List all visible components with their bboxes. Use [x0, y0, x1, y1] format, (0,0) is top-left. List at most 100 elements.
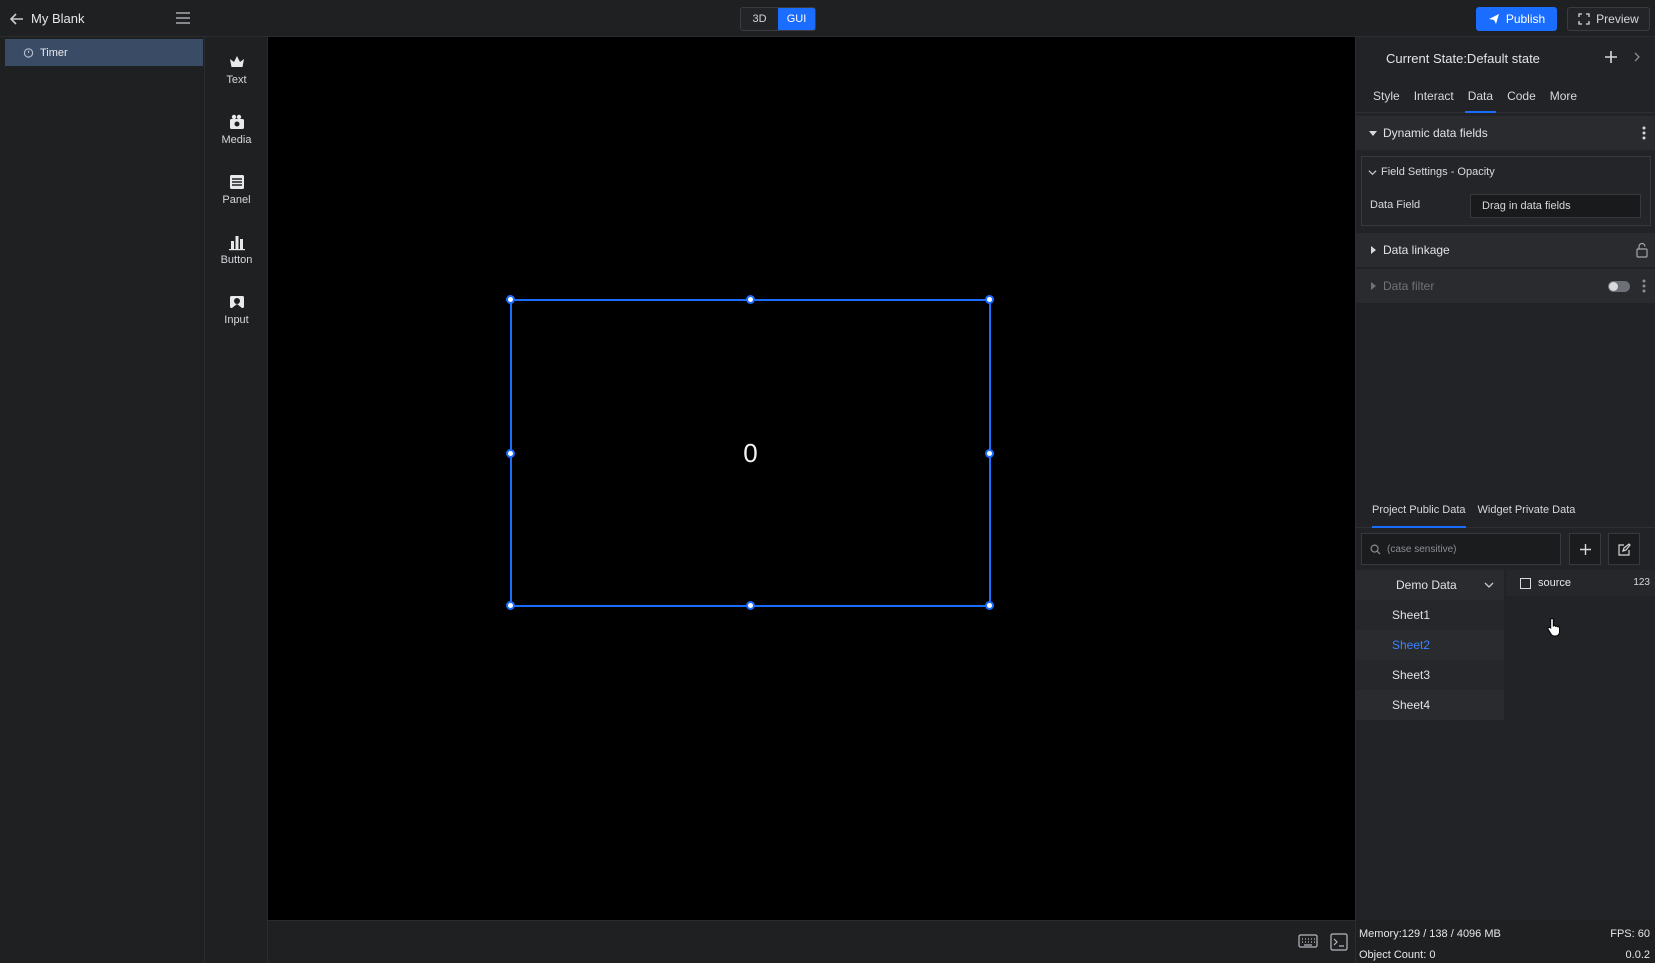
sheet-item[interactable]: Sheet1	[1356, 600, 1504, 630]
timer-value: 0	[743, 437, 758, 468]
design-canvas[interactable]: 0	[268, 37, 1355, 920]
resize-handle-right[interactable]	[985, 449, 994, 458]
publish-button[interactable]: Publish	[1476, 7, 1557, 31]
selected-timer-widget[interactable]: 0	[506, 295, 994, 610]
panel-widget-icon	[229, 174, 244, 189]
section-title: Data filter	[1383, 279, 1435, 293]
hamburger-menu-icon[interactable]	[175, 11, 191, 25]
hand-cursor-icon	[1547, 617, 1560, 637]
field-settings-box: Field Settings - Opacity Data Field Drag…	[1361, 156, 1651, 226]
sheet-item[interactable]: Sheet4	[1356, 690, 1504, 720]
bottom-bar	[268, 920, 1355, 963]
widget-label: Text	[226, 73, 247, 86]
caret-right-icon	[1371, 282, 1376, 290]
data-field-drop-zone[interactable]: Drag in data fields	[1470, 194, 1641, 218]
resize-handle-left[interactable]	[506, 449, 515, 458]
plus-icon	[1579, 543, 1591, 555]
fullscreen-icon	[1578, 13, 1590, 25]
properties-panel: Current State:Default state Style Intera…	[1355, 37, 1655, 963]
search-placeholder: (case sensitive)	[1387, 543, 1457, 555]
preview-button[interactable]: Preview	[1567, 7, 1650, 31]
resize-handle-bottom[interactable]	[746, 601, 755, 610]
terminal-icon[interactable]	[1330, 933, 1348, 951]
resize-handle-top[interactable]	[746, 295, 755, 304]
sheet-item[interactable]: Sheet3	[1356, 660, 1504, 690]
layer-label: Timer	[40, 46, 68, 59]
search-icon	[1370, 544, 1381, 555]
data-source-list: Demo Data Sheet1 Sheet2 Sheet3 Sheet4	[1356, 570, 1504, 750]
data-filter-section[interactable]: Data filter	[1356, 269, 1655, 303]
caret-right-icon	[1371, 246, 1376, 254]
mode-gui-button[interactable]: GUI	[778, 8, 815, 30]
lock-icon[interactable]	[1635, 242, 1649, 258]
add-data-button[interactable]	[1569, 533, 1601, 565]
tab-data[interactable]: Data	[1461, 79, 1500, 113]
data-source-tabs: Project Public Data Widget Private Data	[1356, 492, 1655, 528]
data-filter-toggle[interactable]	[1608, 281, 1630, 292]
timer-icon	[23, 48, 34, 58]
layer-panel: Timer	[0, 37, 205, 963]
widget-media[interactable]: Media	[205, 105, 268, 153]
more-vertical-icon[interactable]	[1637, 125, 1651, 141]
status-bar: Memory:129 / 138 / 4096 MB FPS: 60 Objec…	[1356, 920, 1655, 963]
field-settings-title: Field Settings - Opacity	[1381, 166, 1495, 178]
widget-text[interactable]: Text	[205, 45, 268, 93]
tab-style[interactable]: Style	[1366, 79, 1407, 112]
back-arrow-icon[interactable]	[8, 10, 26, 28]
chevron-right-icon[interactable]	[1632, 52, 1642, 62]
object-count: Object Count: 0	[1359, 949, 1436, 961]
data-field-label: Data Field	[1370, 199, 1421, 211]
memory-readout: Memory:129 / 138 / 4096 MB	[1359, 928, 1501, 940]
keyboard-icon[interactable]	[1298, 933, 1318, 949]
widget-panel[interactable]: Panel	[205, 165, 268, 213]
more-vertical-icon[interactable]	[1637, 278, 1651, 294]
media-widget-icon	[229, 114, 244, 129]
tab-interact[interactable]: Interact	[1407, 79, 1461, 112]
data-linkage-section[interactable]: Data linkage	[1356, 233, 1655, 267]
widget-label: Panel	[222, 193, 251, 206]
tab-code[interactable]: Code	[1500, 79, 1543, 112]
chevron-down-icon	[1484, 582, 1494, 588]
source-dropdown[interactable]: Demo Data	[1356, 570, 1504, 600]
button-widget-icon	[228, 235, 245, 250]
sheet-item[interactable]: Sheet2	[1356, 630, 1504, 660]
tab-more[interactable]: More	[1543, 79, 1584, 112]
resize-handle-top-left[interactable]	[506, 295, 515, 304]
property-tabs: Style Interact Data Code More	[1356, 79, 1655, 113]
app-title: My Blank	[31, 11, 85, 26]
data-field-row[interactable]: source 123	[1506, 570, 1655, 596]
caret-down-icon	[1369, 131, 1377, 136]
version-label: 0.0.2	[1625, 949, 1650, 961]
fps-readout: FPS: 60	[1610, 928, 1650, 940]
source-name: Demo Data	[1396, 578, 1457, 592]
widget-label: Button	[220, 253, 253, 266]
widget-label: Input	[224, 313, 249, 326]
publish-label: Publish	[1505, 12, 1546, 26]
send-icon	[1488, 14, 1499, 24]
section-title: Dynamic data fields	[1383, 126, 1488, 140]
edit-data-button[interactable]	[1608, 533, 1640, 565]
tab-widget-private-data[interactable]: Widget Private Data	[1472, 492, 1582, 527]
widget-bar: Text Media Panel Button Input	[205, 37, 268, 963]
resize-handle-top-right[interactable]	[985, 295, 994, 304]
field-checkbox[interactable]	[1520, 577, 1531, 589]
resize-handle-bottom-right[interactable]	[985, 601, 994, 610]
layer-item-timer[interactable]: Timer	[5, 39, 203, 66]
edit-icon	[1617, 542, 1631, 556]
mode-3d-button[interactable]: 3D	[741, 8, 778, 30]
chevron-down-icon[interactable]	[1368, 168, 1377, 177]
widget-input[interactable]: Input	[205, 285, 268, 333]
mode-toggle: 3D GUI	[740, 7, 816, 31]
data-search-input[interactable]: (case sensitive)	[1361, 533, 1561, 565]
current-state-label[interactable]: Current State:Default state	[1386, 51, 1540, 66]
section-title: Data linkage	[1383, 243, 1450, 257]
widget-button[interactable]: Button	[205, 225, 268, 273]
field-type: 123	[1633, 577, 1650, 588]
dynamic-data-fields-section[interactable]: Dynamic data fields	[1356, 116, 1655, 150]
widget-label: Media	[221, 133, 252, 146]
tab-project-public-data[interactable]: Project Public Data	[1366, 492, 1472, 528]
resize-handle-bottom-left[interactable]	[506, 601, 515, 610]
field-name: source	[1538, 577, 1572, 589]
input-widget-icon	[229, 295, 244, 308]
add-state-icon[interactable]	[1603, 49, 1619, 65]
